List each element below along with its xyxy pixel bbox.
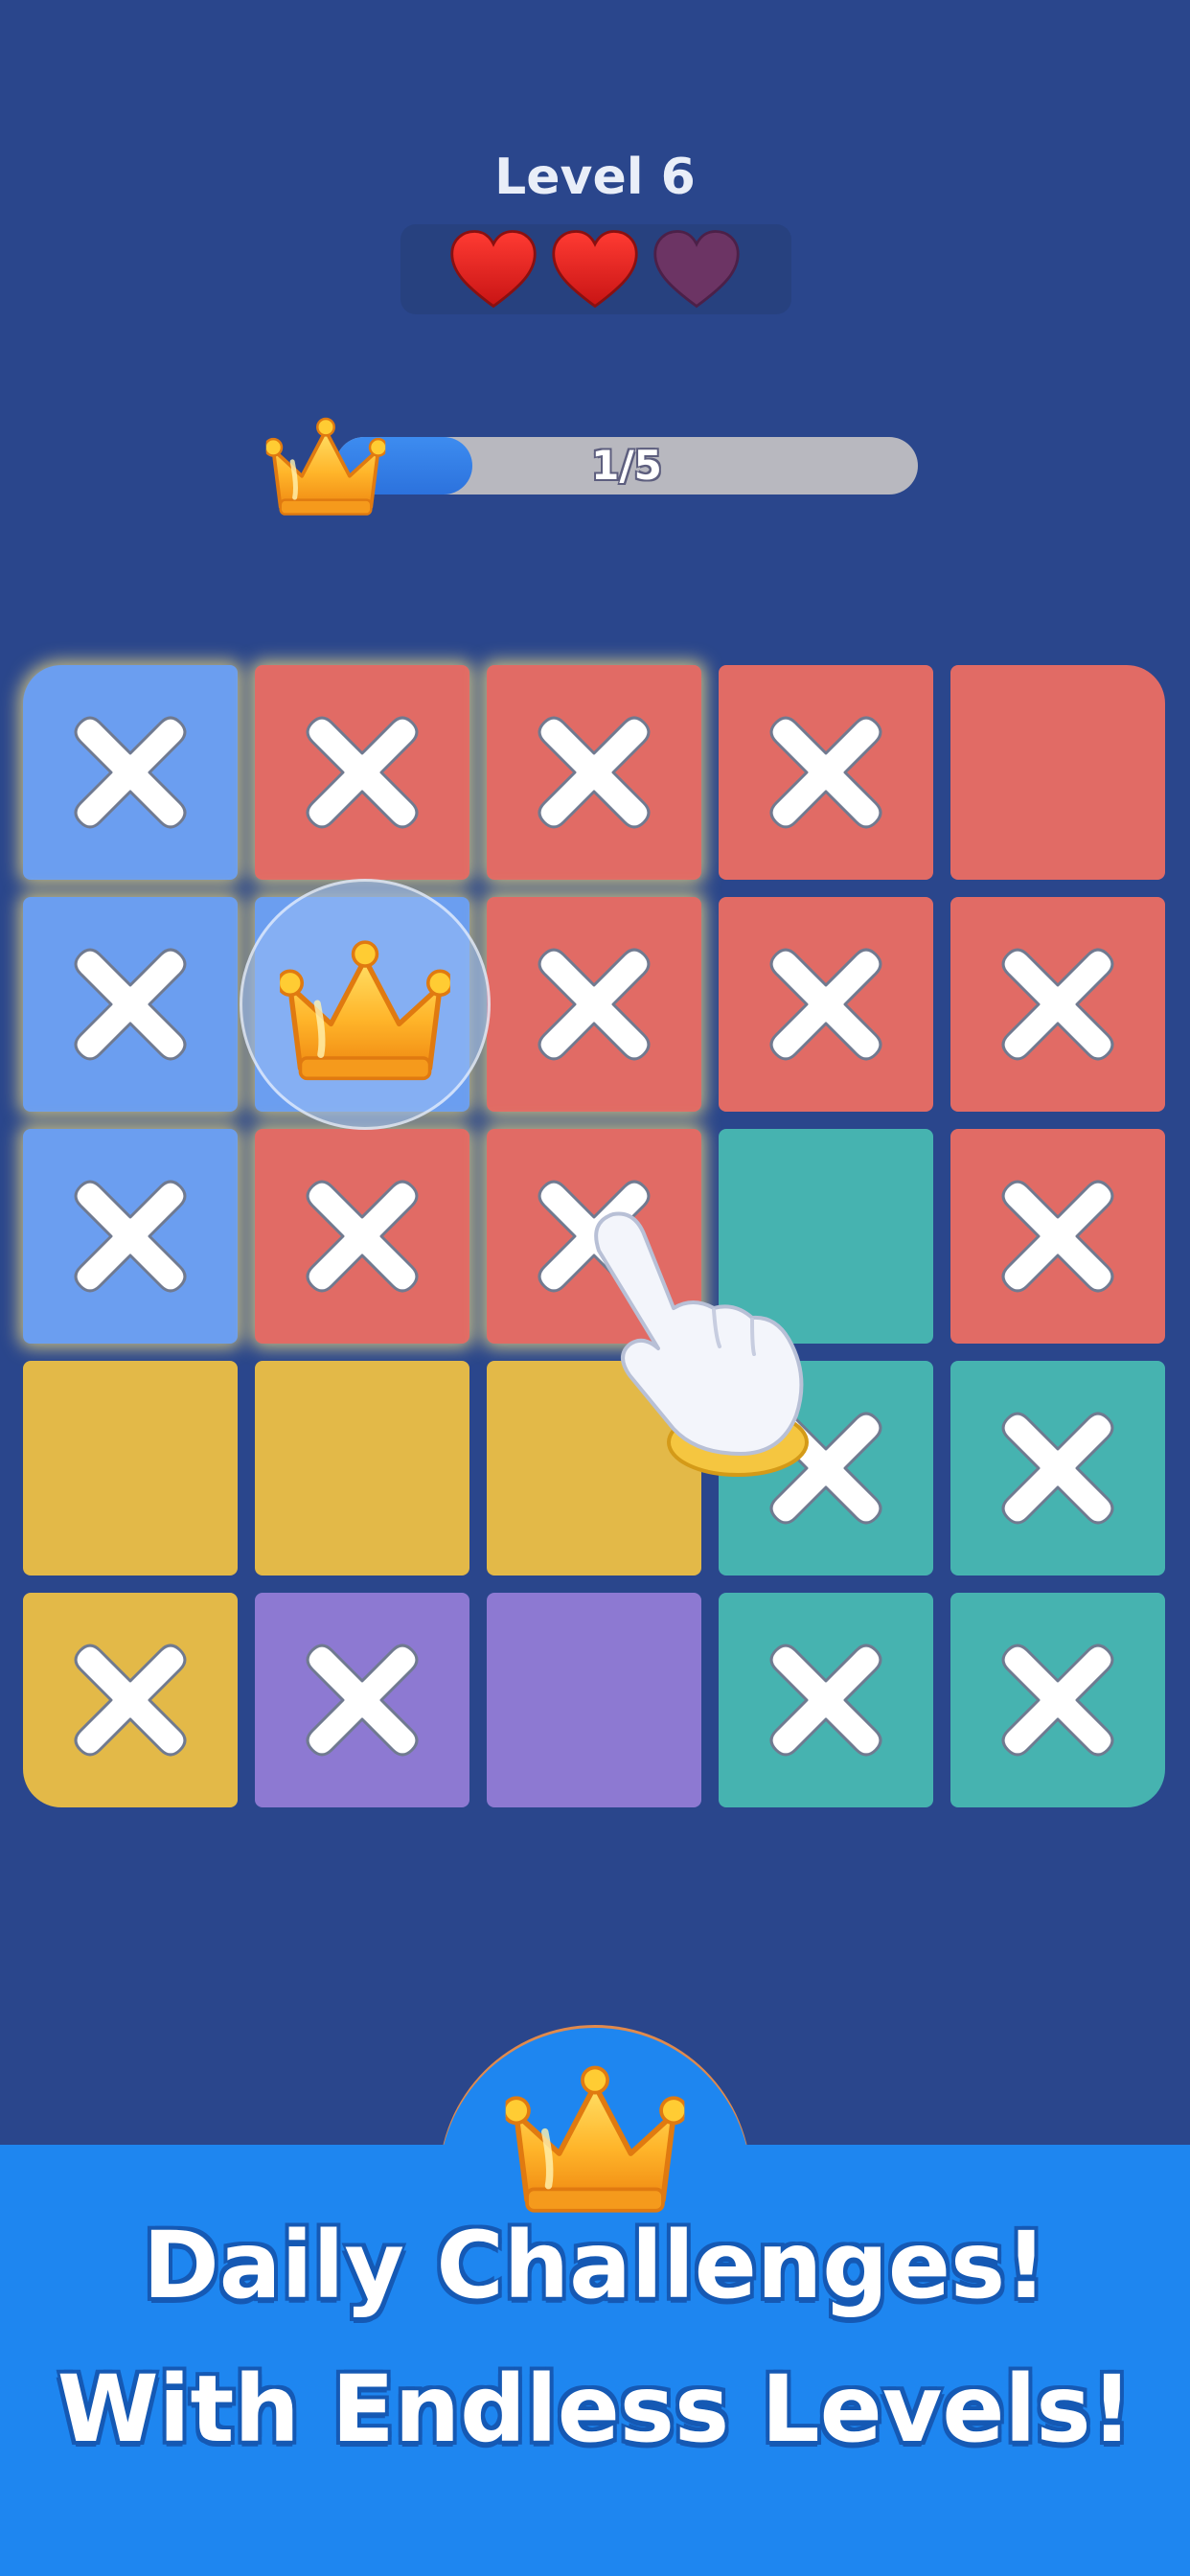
board-tile[interactable]: [950, 897, 1165, 1112]
board-tile[interactable]: [255, 1129, 469, 1344]
x-mark-icon: [998, 1641, 1117, 1760]
pointer-hand-icon: [594, 1211, 809, 1477]
board-tile[interactable]: [487, 897, 701, 1112]
board-tile[interactable]: [23, 1593, 238, 1807]
board-tile[interactable]: [950, 1361, 1165, 1576]
x-mark-icon: [998, 1409, 1117, 1528]
heart-icon-1: [448, 228, 538, 310]
board-tile[interactable]: [950, 1593, 1165, 1807]
banner-subheadline: With Endless Levels!: [57, 2356, 1133, 2463]
x-mark-icon: [767, 945, 885, 1064]
crown-icon: [264, 414, 387, 521]
x-mark-icon: [998, 1177, 1117, 1296]
banner-headline: Daily Challenges!: [143, 2212, 1047, 2319]
board-tile[interactable]: [950, 665, 1165, 880]
x-mark-icon: [303, 1177, 422, 1296]
board-tile[interactable]: [719, 1593, 933, 1807]
crown-progress-label: 1/5: [591, 442, 662, 489]
board-tile[interactable]: [23, 1361, 238, 1576]
x-mark-icon: [303, 713, 422, 832]
x-mark-icon: [71, 945, 190, 1064]
x-mark-icon: [71, 1641, 190, 1760]
level-title: Level 6: [494, 149, 696, 206]
crown-icon: [505, 2060, 685, 2221]
x-mark-icon: [535, 945, 653, 1064]
board-tile[interactable]: [487, 1593, 701, 1807]
x-mark-icon: [767, 1641, 885, 1760]
board-tile[interactable]: [487, 665, 701, 880]
board-tile[interactable]: [255, 665, 469, 880]
x-mark-icon: [998, 945, 1117, 1064]
x-mark-icon: [767, 713, 885, 832]
x-mark-icon: [71, 713, 190, 832]
board-tile[interactable]: [255, 1593, 469, 1807]
x-mark-icon: [71, 1177, 190, 1296]
board-tile[interactable]: [719, 665, 933, 880]
x-mark-icon: [303, 1641, 422, 1760]
crown-icon: [279, 935, 451, 1089]
board-tile[interactable]: [23, 665, 238, 880]
board-tile[interactable]: [950, 1129, 1165, 1344]
heart-icon-3: [652, 228, 742, 310]
board-tile[interactable]: [23, 897, 238, 1112]
board-tile[interactable]: [719, 897, 933, 1112]
x-mark-icon: [535, 713, 653, 832]
board-tile[interactable]: [23, 1129, 238, 1344]
heart-icon-2: [550, 228, 640, 310]
board-tile[interactable]: [255, 1361, 469, 1576]
